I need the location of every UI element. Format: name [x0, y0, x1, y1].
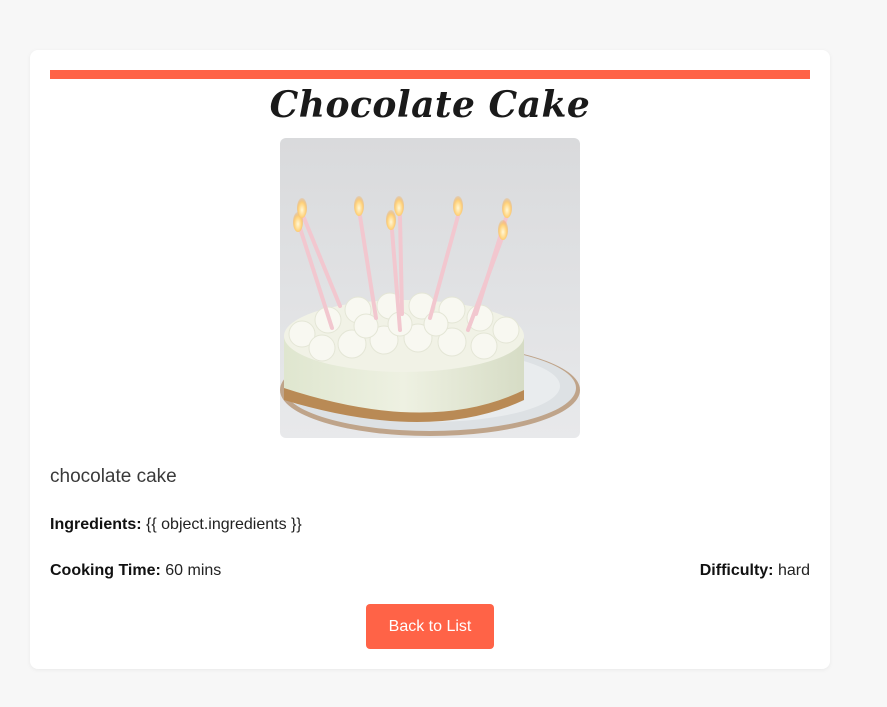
recipe-image [280, 138, 580, 438]
accent-bar [50, 70, 810, 79]
difficulty-value: hard [777, 562, 810, 579]
ingredients-row: Ingredients: {{ object.ingredients }} [50, 516, 302, 534]
cooking-time-label: Cooking Time: [50, 562, 161, 579]
cooking-time-row: Cooking Time: 60 mins [50, 562, 221, 580]
recipe-description: chocolate cake [50, 466, 177, 487]
recipe-card: Chocolate Cake chocolate cake Ingredient… [30, 50, 830, 669]
difficulty-label: Difficulty: [699, 562, 774, 579]
cooking-time-value: 60 mins [165, 562, 222, 579]
back-to-list-button[interactable]: Back to List [366, 604, 494, 649]
ingredients-label: Ingredients: [50, 516, 142, 533]
difficulty-row: Difficulty: hard [700, 562, 810, 580]
ingredients-value: {{ object.ingredients }} [146, 516, 302, 533]
cake-illustration [280, 138, 580, 438]
recipe-title: Chocolate Cake [269, 84, 591, 126]
